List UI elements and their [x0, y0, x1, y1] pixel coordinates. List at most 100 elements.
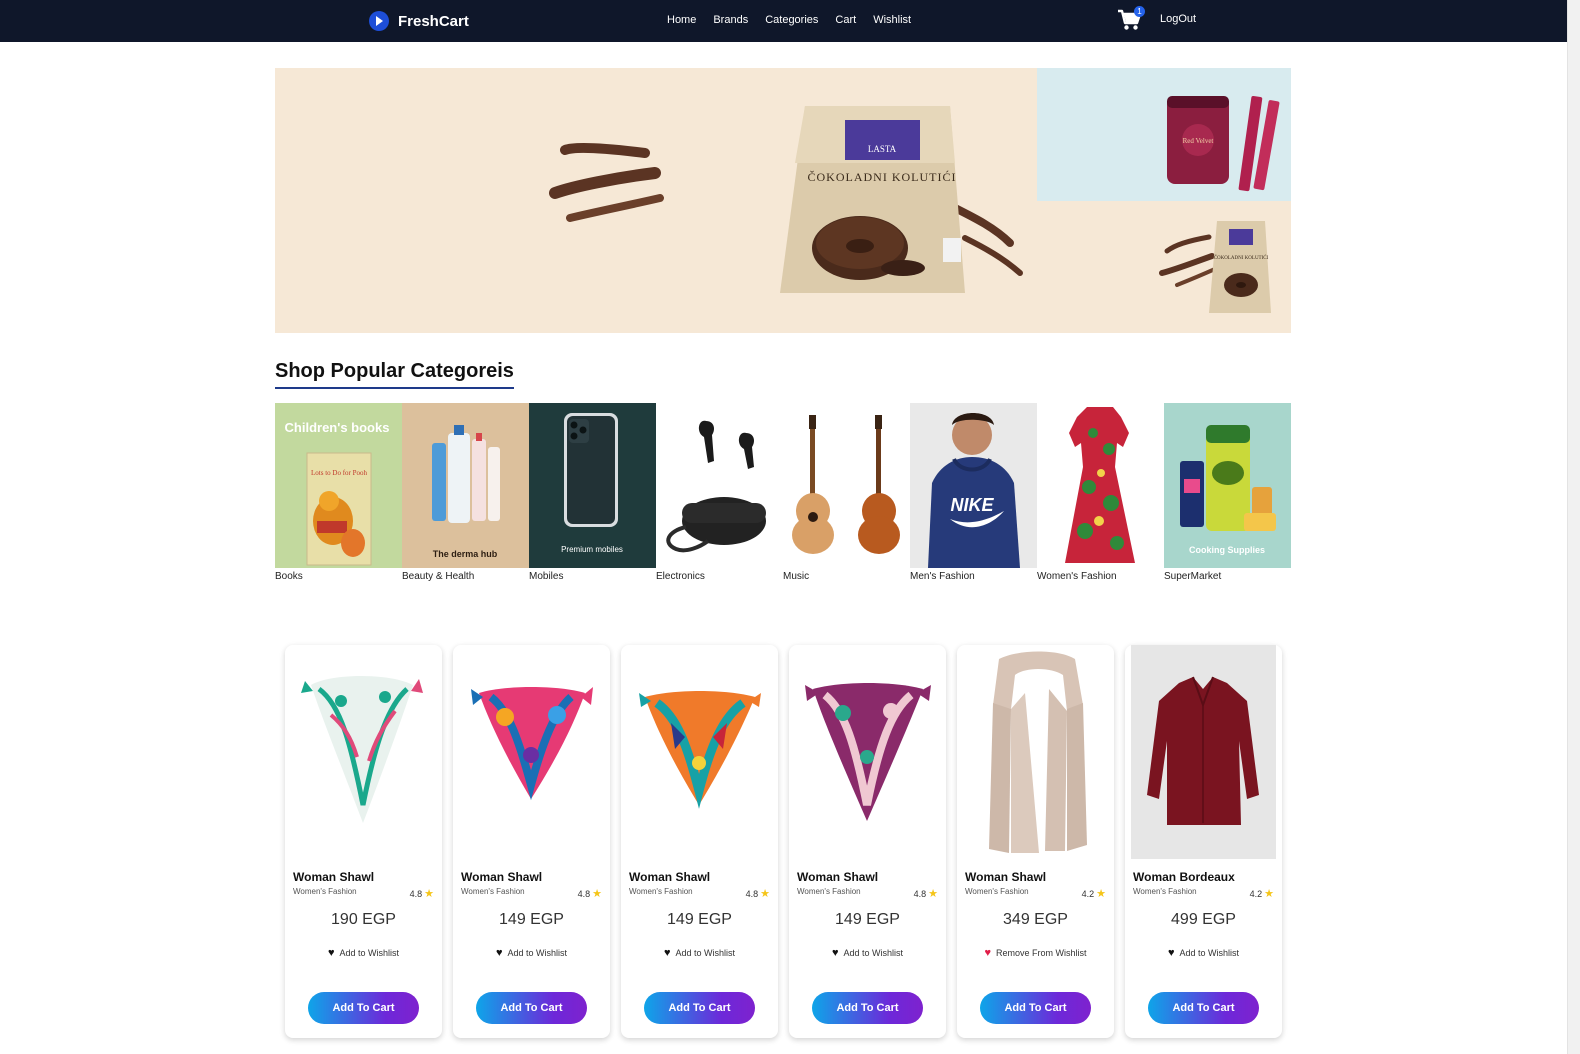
product-category: Women's Fashion: [461, 887, 525, 896]
wishlist-toggle[interactable]: ♥ Add to Wishlist: [285, 947, 442, 959]
product-card[interactable]: Woman Shawl Women's Fashion 4.8 ★ 190 EGP…: [285, 645, 442, 1038]
cart-count-badge: 1: [1134, 6, 1145, 17]
nav-home[interactable]: Home: [667, 14, 696, 26]
product-card[interactable]: Woman Shawl Women's Fashion 4.8 ★ 149 EGP…: [789, 645, 946, 1038]
product-price: 149 EGP: [499, 911, 564, 928]
category-label: Women's Fashion: [1037, 571, 1117, 582]
bag-brand-text: LASTA: [868, 144, 897, 154]
rating-value: 4.2: [1081, 888, 1095, 899]
wishlist-toggle[interactable]: ♥ Add to Wishlist: [453, 947, 610, 959]
product-title[interactable]: Woman Bordeaux: [1133, 870, 1235, 884]
product-card[interactable]: Woman Bordeaux Women's Fashion 4.2 ★ 499 …: [1125, 645, 1282, 1038]
nav-brands[interactable]: Brands: [713, 14, 748, 26]
heart-icon: ♥: [327, 947, 335, 959]
add-to-cart-button[interactable]: Add To Cart: [812, 992, 923, 1024]
brand-name: FreshCart: [398, 12, 469, 30]
product-category: Women's Fashion: [293, 887, 357, 896]
category-books[interactable]: Children's books Lots to Do for Pooh Boo…: [275, 403, 402, 588]
hero-slider-main[interactable]: LASTA ČOKOLADNI KOLUTIĆI: [275, 68, 1037, 333]
cart-button[interactable]: 1: [1117, 6, 1145, 31]
star-icon: ★: [760, 888, 770, 900]
product-rating: 4.8 ★: [578, 887, 602, 900]
wishlist-label: Add to Wishlist: [675, 948, 736, 958]
product-image: [1131, 645, 1276, 859]
product-title[interactable]: Woman Shawl: [965, 870, 1046, 884]
category-mens-fashion[interactable]: NIKE Men's Fashion: [910, 403, 1037, 588]
product-title[interactable]: Woman Shawl: [293, 870, 374, 884]
hero-side-banner-bottom[interactable]: ČOKOLADNI KOLUTIĆI: [1037, 201, 1291, 333]
brand-link[interactable]: FreshCart: [369, 11, 469, 31]
product-image: [459, 645, 604, 859]
wafer-rolls-image: Red Velvet: [1167, 96, 1280, 192]
nav-links: Home Brands Categories Cart Wishlist: [667, 14, 911, 26]
product-category: Women's Fashion: [629, 887, 693, 896]
hero-side-banner-top[interactable]: Red Velvet: [1037, 68, 1291, 201]
category-electronics-image: [656, 403, 783, 568]
star-icon: ★: [928, 888, 938, 900]
product-title[interactable]: Woman Shawl: [797, 870, 878, 884]
add-to-cart-button[interactable]: Add To Cart: [476, 992, 587, 1024]
product-image: [291, 645, 436, 859]
heart-icon: ♥: [1167, 947, 1175, 959]
products-grid: Woman Shawl Women's Fashion 4.8 ★ 190 EGP…: [285, 645, 1282, 1038]
heart-icon: ♥: [663, 947, 671, 959]
add-to-cart-button[interactable]: Add To Cart: [1148, 992, 1259, 1024]
product-rating: 4.8 ★: [746, 887, 770, 900]
product-price: 499 EGP: [1171, 911, 1236, 928]
category-mobiles[interactable]: Premium mobiles Mobiles: [529, 403, 656, 588]
nav-wishlist[interactable]: Wishlist: [873, 14, 911, 26]
category-womens-fashion[interactable]: Women's Fashion: [1037, 403, 1164, 588]
category-womens-fashion-image: [1037, 403, 1164, 568]
heart-icon: ♥: [984, 947, 991, 959]
categories-slider: Children's books Lots to Do for Pooh Boo…: [275, 403, 1291, 588]
product-card[interactable]: Woman Shawl Women's Fashion 4.8 ★ 149 EGP…: [621, 645, 778, 1038]
nike-logo-text: NIKE: [950, 495, 994, 515]
wishlist-label: Add to Wishlist: [1179, 948, 1240, 958]
category-beauty-health[interactable]: The derma hub Beauty & Health: [402, 403, 529, 588]
product-price: 190 EGP: [331, 911, 396, 928]
nav-cart[interactable]: Cart: [835, 14, 856, 26]
product-card[interactable]: Woman Shawl Women's Fashion 4.2 ★ 349 EGP…: [957, 645, 1114, 1038]
page-scrollbar[interactable]: [1567, 0, 1580, 1054]
product-rating: 4.2 ★: [1082, 887, 1106, 900]
category-electronics[interactable]: Electronics: [656, 403, 783, 588]
nav-categories[interactable]: Categories: [765, 14, 818, 26]
navbar: FreshCart Home Brands Categories Cart Wi…: [0, 0, 1567, 42]
category-mobiles-image: Premium mobiles: [529, 403, 656, 568]
add-to-cart-button[interactable]: Add To Cart: [308, 992, 419, 1024]
logout-link[interactable]: LogOut: [1160, 13, 1196, 25]
product-card[interactable]: Woman Shawl Women's Fashion 4.8 ★ 149 EGP…: [453, 645, 610, 1038]
rating-value: 4.2: [1249, 888, 1263, 899]
product-title[interactable]: Woman Shawl: [461, 870, 542, 884]
category-supermarket[interactable]: Cooking Supplies SuperMarket: [1164, 403, 1291, 588]
product-rating: 4.8 ★: [914, 887, 938, 900]
category-music-image: [783, 403, 910, 568]
star-icon: ★: [592, 888, 602, 900]
wishlist-label: Remove From Wishlist: [996, 948, 1087, 958]
product-title[interactable]: Woman Shawl: [629, 870, 710, 884]
product-category: Women's Fashion: [797, 887, 861, 896]
rating-value: 4.8: [577, 888, 591, 899]
wishlist-toggle[interactable]: ♥ Add to Wishlist: [621, 947, 778, 959]
rating-value: 4.8: [409, 888, 423, 899]
wishlist-label: Add to Wishlist: [339, 948, 400, 958]
wishlist-toggle[interactable]: ♥ Remove From Wishlist: [957, 947, 1114, 959]
bag-product-text: ČOKOLADNI KOLUTIĆI: [808, 170, 957, 184]
add-to-cart-button[interactable]: Add To Cart: [980, 992, 1091, 1024]
beauty-banner-text: The derma hub: [433, 549, 498, 559]
categories-section-title: Shop Popular Categoreis: [275, 360, 514, 389]
supermarket-banner-text: Cooking Supplies: [1189, 545, 1265, 555]
category-mens-fashion-image: NIKE: [910, 403, 1037, 568]
category-label: Music: [783, 571, 810, 582]
heart-icon: ♥: [495, 947, 503, 959]
product-category: Women's Fashion: [965, 887, 1029, 896]
mobiles-banner-text: Premium mobiles: [561, 545, 623, 554]
wishlist-toggle[interactable]: ♥ Add to Wishlist: [789, 947, 946, 959]
wishlist-toggle[interactable]: ♥ Add to Wishlist: [1125, 947, 1282, 959]
books-cover-text: Lots to Do for Pooh: [311, 469, 368, 477]
category-label: Men's Fashion: [910, 571, 975, 582]
add-to-cart-button[interactable]: Add To Cart: [644, 992, 755, 1024]
product-image: [627, 645, 772, 859]
category-label: Electronics: [656, 571, 705, 582]
category-music[interactable]: Music: [783, 403, 910, 588]
